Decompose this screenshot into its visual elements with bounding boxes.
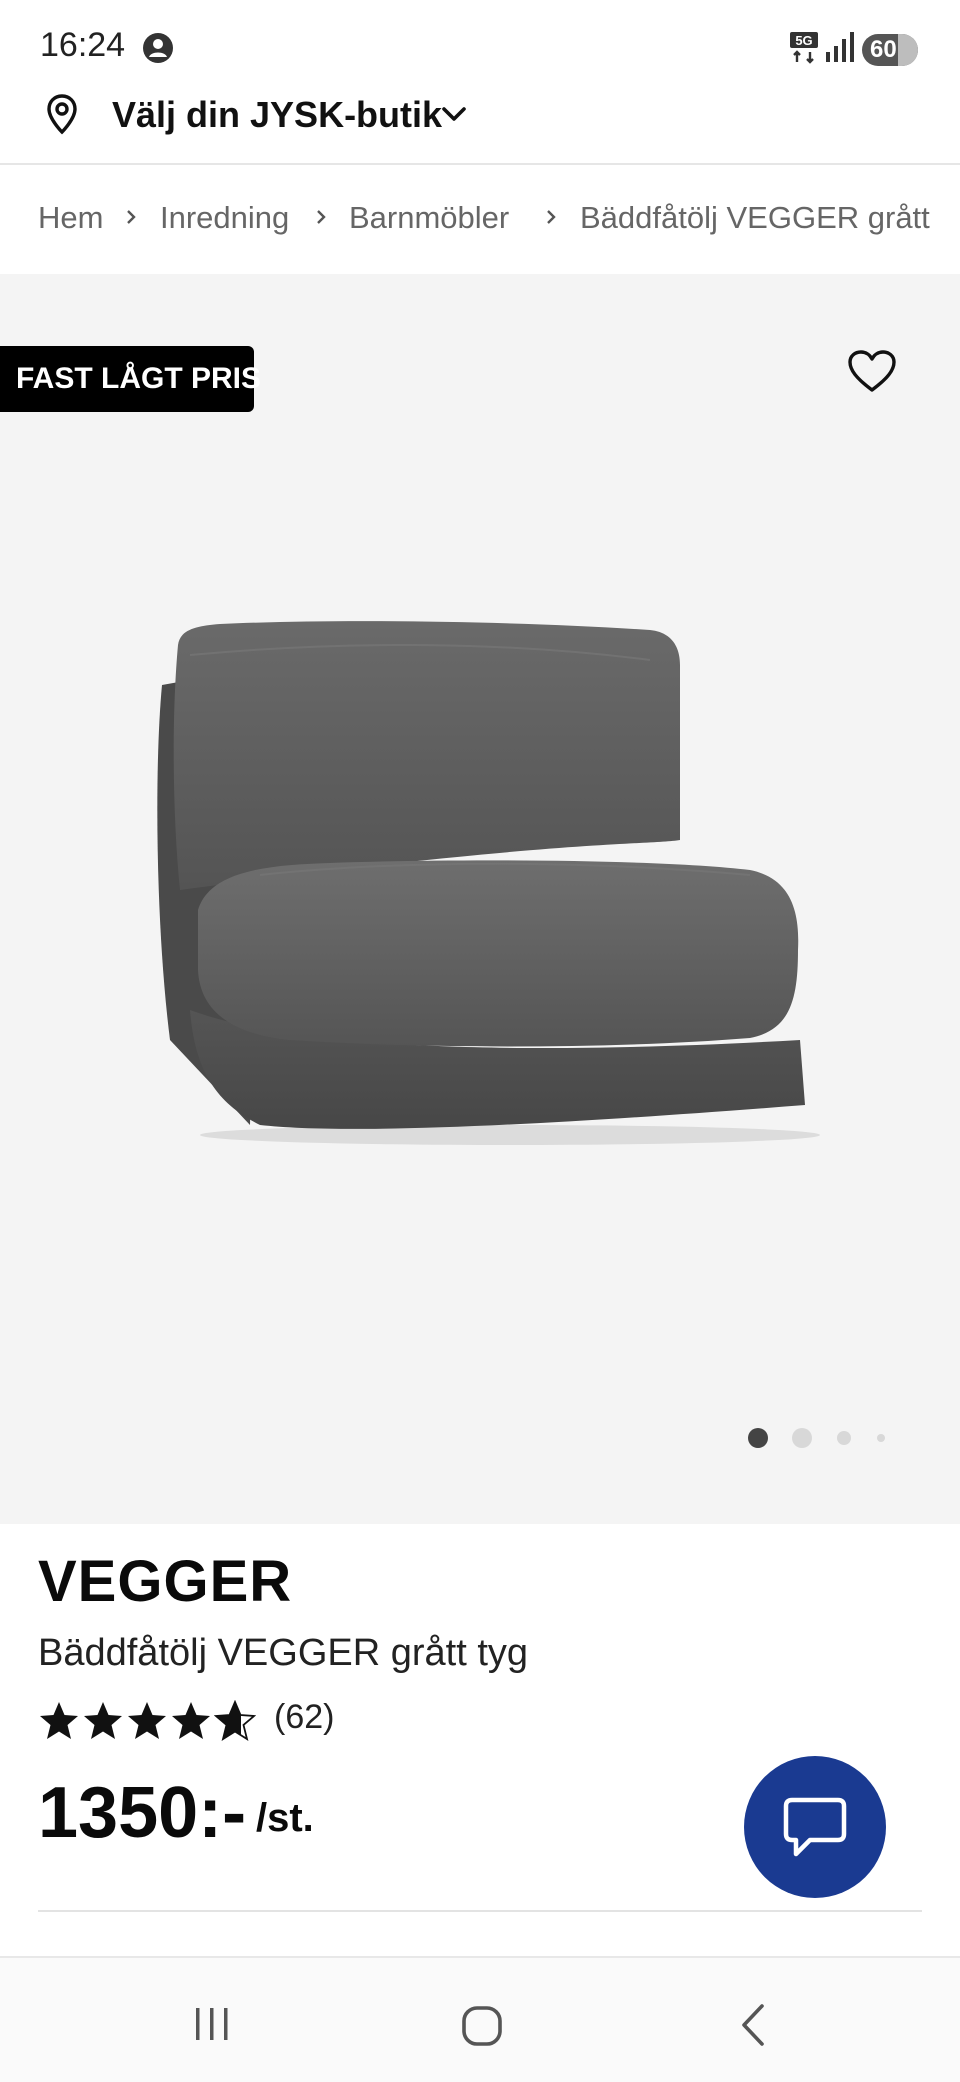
price-badge: FAST LÅGT PRIS bbox=[0, 346, 261, 412]
battery-indicator: 60 bbox=[862, 34, 918, 66]
chevron-right-icon bbox=[317, 210, 326, 224]
chat-button[interactable] bbox=[744, 1756, 886, 1898]
star-half-icon bbox=[214, 1700, 256, 1741]
store-selector-label[interactable]: Välj din JYSK-butik bbox=[112, 94, 442, 136]
breadcrumb-item-barnmobler[interactable]: Barnmöbler bbox=[349, 200, 509, 236]
product-image[interactable] bbox=[150, 620, 830, 1150]
price-unit: /st. bbox=[256, 1796, 314, 1840]
back-icon[interactable] bbox=[736, 2002, 772, 2048]
info-divider bbox=[38, 1910, 922, 1912]
star-icon bbox=[128, 1702, 166, 1739]
star-icon bbox=[40, 1702, 78, 1739]
chevron-right-icon bbox=[127, 210, 136, 224]
5g-network-icon: 5G bbox=[790, 32, 818, 64]
chevron-right-icon bbox=[547, 210, 556, 224]
recents-icon[interactable] bbox=[190, 2004, 234, 2044]
status-time: 16:24 bbox=[40, 26, 126, 64]
chat-bubble-icon bbox=[783, 1797, 847, 1857]
product-price: 1350:- bbox=[38, 1773, 247, 1853]
carousel-dot-1[interactable] bbox=[748, 1428, 768, 1448]
breadcrumb-item-hem[interactable]: Hem bbox=[38, 200, 103, 236]
location-pin-icon bbox=[47, 94, 77, 135]
svg-text:5G: 5G bbox=[795, 33, 812, 48]
carousel-dot-3[interactable] bbox=[837, 1431, 851, 1445]
breadcrumb-item-current: Bäddfåtölj VEGGER grått bbox=[580, 200, 930, 235]
account-circle-icon bbox=[143, 33, 173, 63]
battery-level: 60 bbox=[870, 36, 897, 63]
breadcrumb-item-inredning[interactable]: Inredning bbox=[160, 200, 289, 236]
heart-icon[interactable] bbox=[846, 348, 898, 396]
home-icon[interactable] bbox=[460, 2004, 504, 2048]
star-icon bbox=[84, 1702, 122, 1739]
carousel-dot-2[interactable] bbox=[792, 1428, 812, 1448]
star-icon bbox=[172, 1702, 210, 1739]
product-brand: VEGGER bbox=[38, 1549, 293, 1614]
carousel-dot-4[interactable] bbox=[877, 1434, 885, 1442]
review-count[interactable]: (62) bbox=[274, 1698, 334, 1737]
chevron-down-icon[interactable] bbox=[438, 98, 470, 130]
signal-strength-icon bbox=[826, 32, 854, 62]
price-badge-label: FAST LÅGT PRIS bbox=[16, 362, 262, 395]
product-name: Bäddfåtölj VEGGER grått tyg bbox=[38, 1632, 529, 1674]
header-divider bbox=[0, 163, 960, 165]
